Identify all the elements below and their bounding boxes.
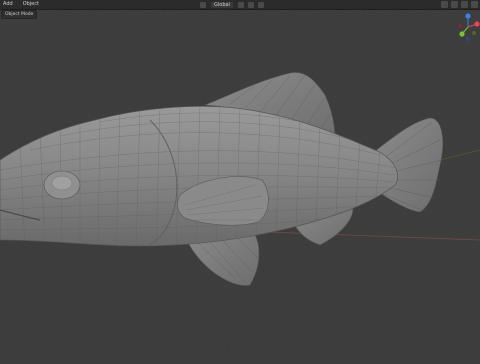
mode-label: Object Mode xyxy=(5,12,34,17)
blender-window: Add Object Global Object Mode xyxy=(0,0,480,360)
mode-bar: Object Mode xyxy=(0,10,480,19)
transform-orientation-dropdown[interactable]: Global xyxy=(210,0,234,9)
gizmo-svg xyxy=(458,13,480,41)
gizmo-neg-z-handle[interactable] xyxy=(466,37,470,41)
pivot-icon[interactable] xyxy=(237,1,244,8)
navigation-gizmo[interactable] xyxy=(456,12,480,42)
xray-icon[interactable] xyxy=(451,1,458,8)
overlay-icon[interactable] xyxy=(441,1,448,8)
mode-dropdown[interactable]: Object Mode xyxy=(1,10,38,19)
transform-tools: Global xyxy=(200,0,264,9)
gizmo-x-handle[interactable] xyxy=(474,21,480,27)
transform-orientation-label: Global xyxy=(214,1,230,8)
menu-bar: Add Object xyxy=(2,0,40,9)
fish-pupil xyxy=(51,175,73,191)
viewport-canvas xyxy=(0,9,480,360)
gizmo-neg-y-handle[interactable] xyxy=(472,31,476,35)
proportional-edit-icon[interactable] xyxy=(257,1,264,8)
orientation-icon[interactable] xyxy=(200,1,206,8)
gizmo-y-handle[interactable] xyxy=(459,31,465,37)
gizmo-z-handle[interactable] xyxy=(465,13,471,19)
shading-solid-icon[interactable] xyxy=(461,1,468,8)
snap-icon[interactable] xyxy=(247,1,254,8)
3d-viewport[interactable] xyxy=(0,9,480,360)
viewport-shading-tools xyxy=(441,1,478,8)
menu-item-object[interactable]: Object xyxy=(22,0,40,9)
menu-item-add[interactable]: Add xyxy=(2,0,14,9)
gizmo-neg-x-handle[interactable] xyxy=(458,24,462,28)
shading-material-icon[interactable] xyxy=(471,1,478,8)
